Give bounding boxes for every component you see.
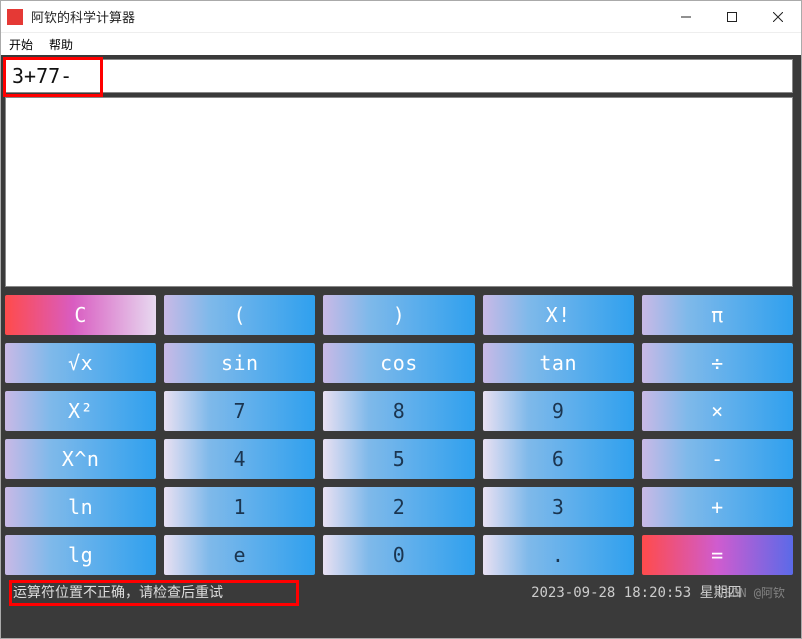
keypad: C ( ) X! π √x sin cos tan ÷ X² 7 8 9 × X… bbox=[5, 295, 793, 579]
window-controls bbox=[663, 1, 801, 32]
close-button[interactable] bbox=[755, 1, 801, 33]
key-ln[interactable]: ln bbox=[5, 487, 156, 527]
menubar: 开始 帮助 bbox=[1, 33, 801, 55]
status-message: 运算符位置不正确，请检查后重试 bbox=[13, 585, 223, 601]
statusbar: 运算符位置不正确，请检查后重试 2023-09-28 18:20:53 星期四 … bbox=[5, 579, 793, 605]
key-equals[interactable]: = bbox=[642, 535, 793, 575]
key-lg[interactable]: lg bbox=[5, 535, 156, 575]
key-add[interactable]: + bbox=[642, 487, 793, 527]
key-square[interactable]: X² bbox=[5, 391, 156, 431]
key-4[interactable]: 4 bbox=[164, 439, 315, 479]
key-sin[interactable]: sin bbox=[164, 343, 315, 383]
key-5[interactable]: 5 bbox=[323, 439, 474, 479]
key-1[interactable]: 1 bbox=[164, 487, 315, 527]
key-mul[interactable]: × bbox=[642, 391, 793, 431]
maximize-button[interactable] bbox=[709, 1, 755, 33]
key-pi[interactable]: π bbox=[642, 295, 793, 335]
key-factorial[interactable]: X! bbox=[483, 295, 634, 335]
status-message-wrap: 运算符位置不正确，请检查后重试 bbox=[13, 582, 519, 602]
key-9[interactable]: 9 bbox=[483, 391, 634, 431]
app-icon bbox=[7, 9, 23, 25]
minimize-button[interactable] bbox=[663, 1, 709, 33]
key-e[interactable]: e bbox=[164, 535, 315, 575]
key-right-paren[interactable]: ) bbox=[323, 295, 474, 335]
window-title: 阿钦的科学计算器 bbox=[31, 7, 663, 26]
menu-start[interactable]: 开始 bbox=[9, 36, 33, 53]
key-dot[interactable]: . bbox=[483, 535, 634, 575]
menu-help[interactable]: 帮助 bbox=[49, 36, 73, 53]
titlebar: 阿钦的科学计算器 bbox=[1, 1, 801, 33]
key-tan[interactable]: tan bbox=[483, 343, 634, 383]
key-6[interactable]: 6 bbox=[483, 439, 634, 479]
key-sqrt[interactable]: √x bbox=[5, 343, 156, 383]
key-sub[interactable]: - bbox=[642, 439, 793, 479]
key-8[interactable]: 8 bbox=[323, 391, 474, 431]
key-left-paren[interactable]: ( bbox=[164, 295, 315, 335]
key-0[interactable]: 0 bbox=[323, 535, 474, 575]
key-3[interactable]: 3 bbox=[483, 487, 634, 527]
app-window: 阿钦的科学计算器 开始 帮助 C ( ) X! π bbox=[0, 0, 802, 639]
status-datetime: 2023-09-28 18:20:53 星期四 bbox=[531, 582, 742, 602]
expression-input[interactable] bbox=[5, 59, 793, 93]
key-clear[interactable]: C bbox=[5, 295, 156, 335]
key-pow[interactable]: X^n bbox=[5, 439, 156, 479]
expression-input-wrap bbox=[5, 59, 793, 93]
key-7[interactable]: 7 bbox=[164, 391, 315, 431]
key-cos[interactable]: cos bbox=[323, 343, 474, 383]
key-div[interactable]: ÷ bbox=[642, 343, 793, 383]
watermark: CSDN @阿钦 bbox=[718, 584, 785, 601]
client-area: C ( ) X! π √x sin cos tan ÷ X² 7 8 9 × X… bbox=[1, 55, 801, 638]
history-output[interactable] bbox=[5, 97, 793, 287]
key-2[interactable]: 2 bbox=[323, 487, 474, 527]
